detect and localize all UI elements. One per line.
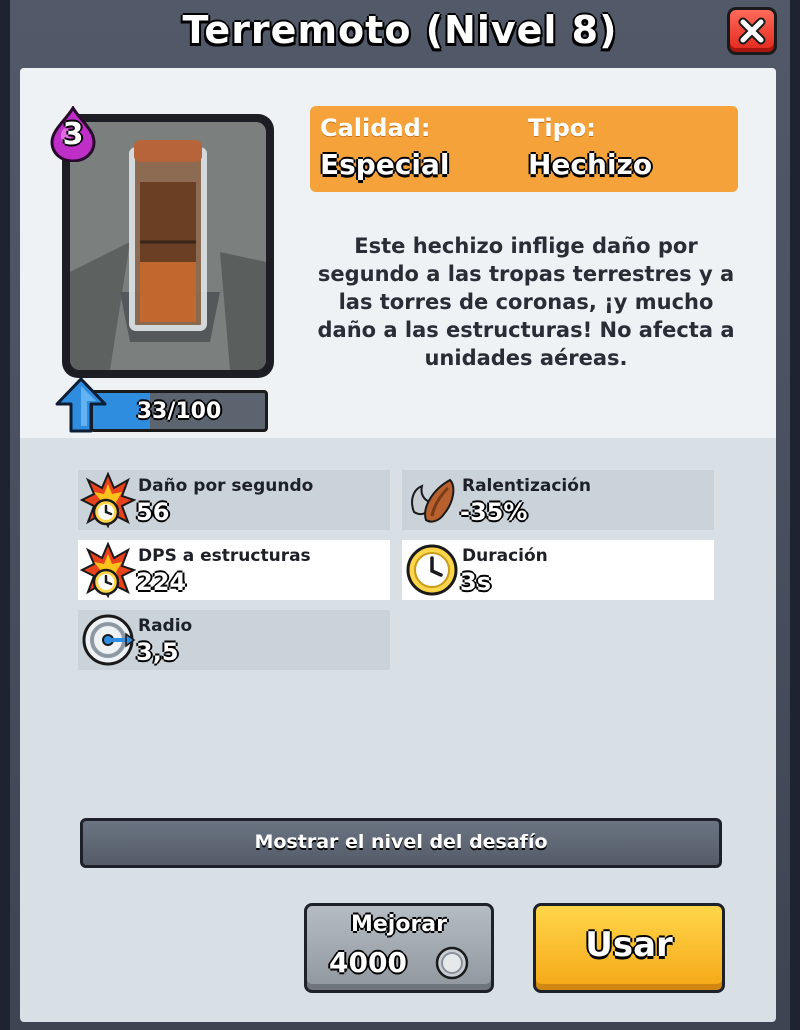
quality-label: Calidad:	[320, 114, 431, 142]
stat-value: 3s	[460, 568, 491, 596]
close-button[interactable]	[727, 7, 777, 55]
upgrade-arrow-icon	[55, 377, 107, 433]
close-icon	[738, 17, 766, 45]
stat-value: -35%	[460, 498, 528, 526]
upgrade-label: Mejorar	[350, 912, 447, 937]
show-challenge-level-button[interactable]: Mostrar el nivel del desafío	[80, 818, 722, 868]
upgrade-button[interactable]: Mejorar 4000	[304, 903, 494, 993]
type-label: Tipo:	[528, 114, 596, 142]
upgrade-cost: 4000	[329, 946, 407, 979]
stat-duration: Duración 3s	[402, 540, 714, 600]
stat-value: 56	[136, 498, 170, 526]
card-info-box: Calidad: Especial Tipo: Hechizo	[310, 106, 738, 192]
stat-value: 3,5	[136, 638, 179, 666]
stat-radius: Radio 3,5	[78, 610, 390, 670]
quality-column: Calidad: Especial	[320, 114, 450, 181]
card-details-panel: 3 33/100 Calidad: Especial Tipo: Hechizo…	[20, 68, 776, 1022]
stat-label: Daño por segundo	[138, 476, 314, 496]
slowdown-wing-icon	[411, 478, 455, 523]
quality-value: Especial	[320, 148, 450, 181]
clock-icon	[406, 544, 458, 596]
stat-label: Radio	[138, 616, 193, 636]
dialog-title: Terremoto (Nivel 8)	[182, 8, 618, 52]
stat-building-dps: DPS a estructuras 224	[78, 540, 390, 600]
building-damage-icon	[80, 542, 136, 598]
elixir-cost: 3	[62, 116, 84, 152]
type-value: Hechizo	[528, 148, 653, 181]
gold-coin-icon	[435, 946, 469, 980]
title-bar: Terremoto (Nivel 8)	[0, 0, 800, 68]
use-button[interactable]: Usar	[533, 903, 725, 993]
progress-text: 33/100	[136, 399, 222, 424]
radius-icon	[82, 614, 136, 666]
earthquake-card-art	[70, 122, 266, 370]
stat-label: DPS a estructuras	[138, 546, 311, 566]
damage-per-second-icon	[80, 472, 136, 528]
stat-label: Duración	[462, 546, 548, 566]
stat-damage-per-second: Daño por segundo 56	[78, 470, 390, 530]
stat-slowdown: Ralentización -35%	[402, 470, 714, 530]
card-description: Este hechizo inflige daño por segundo a …	[317, 234, 735, 370]
elixir-cost-badge: 3	[50, 106, 96, 162]
stat-value: 224	[136, 568, 187, 596]
card-progress-bar: 33/100	[90, 390, 268, 432]
stat-label: Ralentización	[462, 476, 592, 496]
type-column: Tipo: Hechizo	[528, 114, 652, 181]
